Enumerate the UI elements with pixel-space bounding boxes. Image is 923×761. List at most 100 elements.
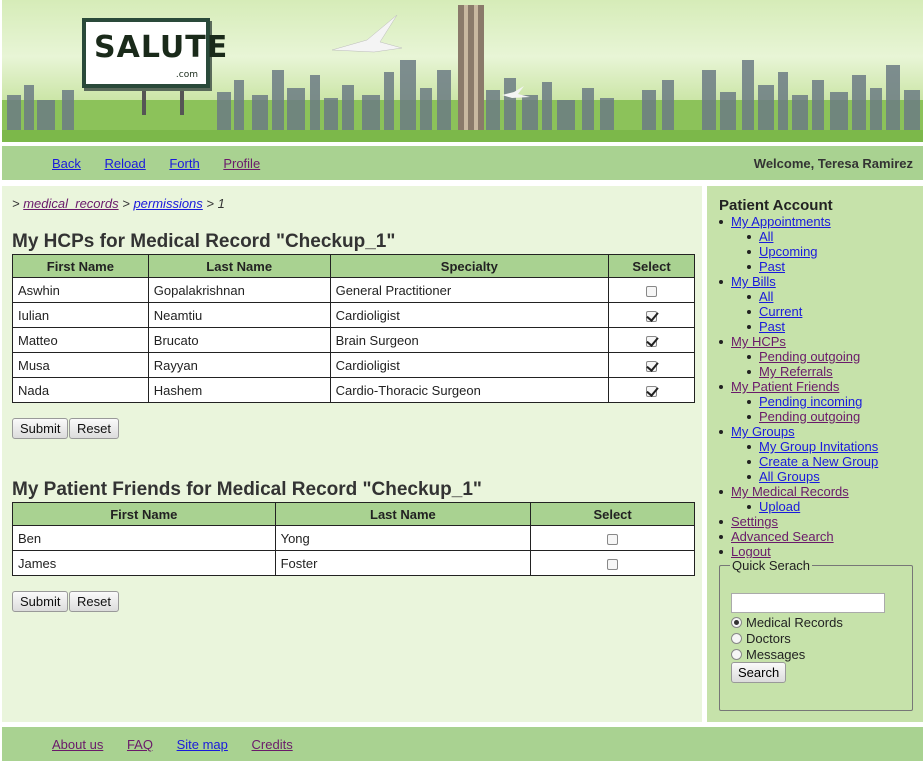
sidebar-menu-item[interactable]: Current [707, 304, 923, 319]
sidebar-menu-link[interactable]: Upcoming [759, 244, 818, 259]
sidebar-menu-link[interactable]: My Appointments [731, 214, 831, 229]
friends-reset-button[interactable]: Reset [69, 591, 119, 612]
logo-text: SALUTE [94, 30, 229, 65]
sidebar-menu-item[interactable]: My Referrals [707, 364, 923, 379]
table-row: Aswhin Gopalakrishnan General Practition… [12, 277, 695, 303]
sidebar-menu-item[interactable]: All [707, 229, 923, 244]
sidebar-menu-link[interactable]: Upload [759, 499, 800, 514]
sidebar-menu-link[interactable]: Logout [731, 544, 771, 559]
sidebar-menu-item[interactable]: Pending outgoing [707, 349, 923, 364]
faq-link[interactable]: FAQ [127, 737, 153, 752]
breadcrumb-medical-records[interactable]: medical_records [23, 196, 118, 211]
sidebar-menu-item[interactable]: Upcoming [707, 244, 923, 259]
sidebar-menu-item[interactable]: My HCPs [707, 334, 923, 349]
select-checkbox[interactable] [646, 285, 658, 297]
table-row: Musa Rayyan Cardioligist [12, 352, 695, 378]
sidebar-menu-item[interactable]: All Groups [707, 469, 923, 484]
quick-search-fieldset: Quick Serach Medical Records Doctors Mes… [719, 558, 913, 711]
radio-label: Medical Records [746, 615, 843, 630]
forth-link[interactable]: Forth [169, 156, 199, 171]
column-header: Select [608, 254, 695, 278]
last-name-cell: Rayyan [147, 352, 331, 378]
sidebar-menu-link[interactable]: Settings [731, 514, 778, 529]
hcps-table: First Name Last Name Specialty Select As… [12, 254, 695, 403]
sidebar-menu-item[interactable]: My Appointments [707, 214, 923, 229]
sidebar-menu-item[interactable]: My Bills [707, 274, 923, 289]
friends-submit-button[interactable]: Submit [12, 591, 69, 612]
last-name-cell: Gopalakrishnan [147, 277, 331, 303]
sidebar-menu-item[interactable]: Past [707, 319, 923, 334]
select-cell [608, 352, 695, 378]
breadcrumb-permissions[interactable]: permissions [133, 196, 202, 211]
sidebar-menu-link[interactable]: My Groups [731, 424, 795, 439]
hcps-submit-button[interactable]: Submit [12, 418, 69, 439]
select-cell [608, 327, 695, 353]
quick-search-input[interactable] [731, 593, 885, 613]
sidebar-menu-link[interactable]: Current [759, 304, 802, 319]
sidebar-menu-item[interactable]: All [707, 289, 923, 304]
sidebar-menu-link[interactable]: My Bills [731, 274, 776, 289]
select-checkbox[interactable] [646, 335, 658, 347]
first-name-cell: Nada [12, 377, 149, 403]
table-row: Iulian Neamtiu Cardioligist [12, 302, 695, 328]
sidebar-menu-link[interactable]: All [759, 289, 773, 304]
sidebar-menu-item[interactable]: My Groups [707, 424, 923, 439]
select-checkbox[interactable] [646, 385, 658, 397]
radio-button[interactable] [731, 617, 742, 628]
sidebar-menu-item[interactable]: Logout [707, 544, 923, 559]
select-checkbox[interactable] [607, 533, 619, 545]
sidebar-menu-item[interactable]: Past [707, 259, 923, 274]
sidebar-menu-link[interactable]: Past [759, 259, 785, 274]
credits-link[interactable]: Credits [252, 737, 293, 752]
quick-search-button[interactable]: Search [731, 662, 787, 683]
profile-link[interactable]: Profile [223, 156, 260, 171]
table-row: Ben Yong [12, 525, 695, 551]
sidebar-menu-link[interactable]: My Referrals [759, 364, 833, 379]
sidebar-menu-link[interactable]: Create a New Group [759, 454, 878, 469]
radio-button[interactable] [731, 633, 742, 644]
radio-medical-records[interactable]: Medical Records [731, 615, 843, 630]
sidebar-menu-link[interactable]: My Group Invitations [759, 439, 878, 454]
sidebar-menu-item[interactable]: Pending outgoing [707, 409, 923, 424]
sidebar-menu-link[interactable]: Advanced Search [731, 529, 834, 544]
column-header: Select [530, 502, 695, 526]
sidebar-menu-item[interactable]: Advanced Search [707, 529, 923, 544]
specialty-cell: General Practitioner [329, 277, 610, 303]
sidebar-menu-item[interactable]: Upload [707, 499, 923, 514]
top-navigation-bar: Back Reload Forth Profile Welcome, Teres… [2, 146, 923, 180]
sidebar-menu-link[interactable]: Past [759, 319, 785, 334]
last-name-cell: Yong [274, 525, 532, 551]
radio-button[interactable] [731, 649, 742, 660]
sidebar-menu-item[interactable]: Create a New Group [707, 454, 923, 469]
back-link[interactable]: Back [52, 156, 81, 171]
sidebar-menu-item[interactable]: Pending incoming [707, 394, 923, 409]
logo-domain: .com [175, 70, 198, 80]
sidebar-menu-item[interactable]: My Patient Friends [707, 379, 923, 394]
select-checkbox[interactable] [646, 360, 658, 372]
sidebar-menu-link[interactable]: All Groups [759, 469, 820, 484]
sidebar-menu-link[interactable]: My Medical Records [731, 484, 849, 499]
sidebar-menu-link[interactable]: Pending incoming [759, 394, 862, 409]
select-checkbox[interactable] [646, 310, 658, 322]
sidebar-menu-item[interactable]: My Medical Records [707, 484, 923, 499]
sidebar-menu-item[interactable]: Settings [707, 514, 923, 529]
reload-link[interactable]: Reload [105, 156, 146, 171]
specialty-cell: Cardioligist [329, 302, 610, 328]
sidebar-menu-link[interactable]: All [759, 229, 773, 244]
sidebar-menu-link[interactable]: My Patient Friends [731, 379, 839, 394]
radio-messages[interactable]: Messages [731, 647, 805, 662]
radio-doctors[interactable]: Doctors [731, 631, 791, 646]
select-checkbox[interactable] [607, 558, 619, 570]
about-us-link[interactable]: About us [52, 737, 103, 752]
last-name-cell: Brucato [147, 327, 331, 353]
site-map-link[interactable]: Site map [177, 737, 228, 752]
specialty-cell: Brain Surgeon [329, 327, 610, 353]
select-cell [608, 277, 695, 303]
sidebar-menu-link[interactable]: My HCPs [731, 334, 786, 349]
sidebar-menu-link[interactable]: Pending outgoing [759, 349, 860, 364]
sidebar-title: Patient Account [719, 197, 833, 214]
hcps-reset-button[interactable]: Reset [69, 418, 119, 439]
sidebar-menu-link[interactable]: Pending outgoing [759, 409, 860, 424]
table-row: Nada Hashem Cardio-Thoracic Surgeon [12, 377, 695, 403]
sidebar-menu-item[interactable]: My Group Invitations [707, 439, 923, 454]
